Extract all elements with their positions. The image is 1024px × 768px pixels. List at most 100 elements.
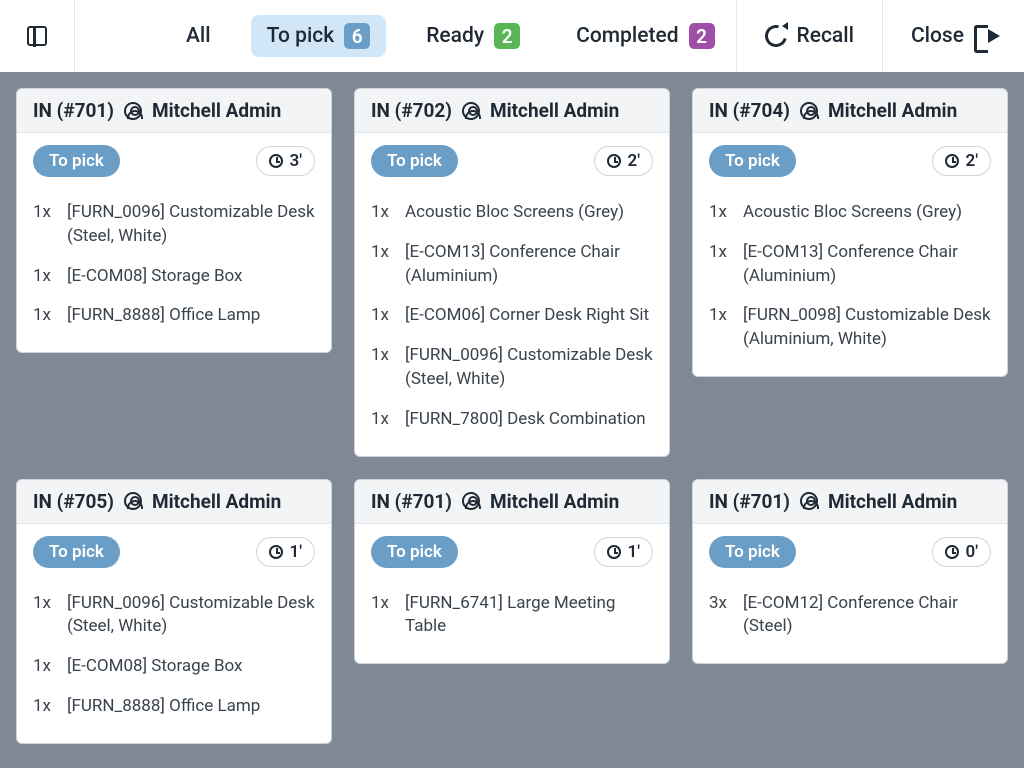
order-card[interactable]: IN (#701)Mitchell Admin To pick 1' 1x[FURN_… bbox=[354, 479, 670, 665]
line-qty: 1x bbox=[33, 592, 59, 640]
timer-value: 0' bbox=[965, 542, 978, 562]
line-qty: 1x bbox=[709, 304, 735, 352]
tab-count-badge: 2 bbox=[689, 23, 715, 49]
order-ref: IN (#701) bbox=[709, 490, 790, 513]
tab-to-pick[interactable]: To pick 6 bbox=[251, 15, 387, 57]
line-qty: 1x bbox=[371, 201, 397, 225]
card-status-row: To pick 2' bbox=[355, 133, 669, 189]
timer-value: 2' bbox=[627, 151, 640, 171]
recall-button[interactable]: Recall bbox=[736, 0, 882, 72]
line-qty: 3x bbox=[709, 592, 735, 640]
clock-icon bbox=[269, 154, 283, 168]
timer-badge: 1' bbox=[594, 537, 653, 567]
order-line: 1x[FURN_0096] Customizable Desk (Steel, … bbox=[371, 336, 653, 400]
clock-icon bbox=[269, 545, 283, 559]
order-card[interactable]: IN (#701)Mitchell AdminTo pick3'1x[FURN_… bbox=[16, 88, 332, 353]
line-text: [E-COM12] Conference Chair (Steel) bbox=[743, 592, 991, 640]
line-text: [FURN_8888] Office Lamp bbox=[67, 695, 260, 719]
order-line: 3x[E-COM12] Conference Chair (Steel) bbox=[709, 584, 991, 648]
timer-value: 1' bbox=[289, 542, 302, 562]
tab-completed[interactable]: Completed 2 bbox=[560, 15, 730, 57]
tab-label: Completed bbox=[576, 24, 678, 48]
order-line: 1x [FURN_8888] Office Lamp bbox=[33, 296, 315, 336]
line-text: [FURN_0096] Customizable Desk (Steel, Wh… bbox=[67, 592, 315, 640]
timer-badge: 1' bbox=[256, 537, 315, 567]
clock-icon bbox=[945, 545, 959, 559]
tab-count-badge: 2 bbox=[494, 23, 520, 49]
order-ref: IN (#701) bbox=[371, 490, 452, 513]
tab-ready[interactable]: Ready 2 bbox=[410, 15, 536, 57]
line-qty: 1x bbox=[709, 241, 735, 289]
line-qty: 1x bbox=[371, 304, 397, 328]
tab-count-badge: 6 bbox=[344, 23, 370, 49]
card-header: IN (#701)Mitchell Admin bbox=[355, 480, 669, 524]
toolbar: All To pick 6 Ready 2 Completed 2 Recall Close bbox=[0, 0, 1024, 72]
tab-label: Ready bbox=[426, 24, 484, 48]
order-card[interactable]: IN (#701)Mitchell AdminTo pick0'3x[E-COM… bbox=[692, 479, 1008, 665]
user-icon bbox=[124, 102, 142, 120]
user-name: Mitchell Admin bbox=[152, 99, 281, 122]
order-ref: IN (#704) bbox=[709, 99, 790, 122]
line-text: [E-COM13] Conference Chair (Aluminium) bbox=[743, 241, 991, 289]
order-card[interactable]: IN (#702)Mitchell Admin To pick 2' 1xAcoust… bbox=[354, 88, 670, 457]
order-line: 1x[E-COM13] Conference Chair (Aluminium) bbox=[371, 233, 653, 297]
filter-tabs: All To pick 6 Ready 2 Completed 2 bbox=[170, 15, 731, 57]
tab-all[interactable]: All bbox=[170, 16, 227, 56]
line-qty: 1x bbox=[371, 592, 397, 640]
order-line: 1x[FURN_6741] Large Meeting Table bbox=[371, 584, 653, 648]
card-status-row: To pick 1' bbox=[355, 524, 669, 580]
clock-icon bbox=[607, 545, 621, 559]
card-status-row: To pick 2' bbox=[693, 133, 1007, 189]
order-line: 1x[FURN_0096] Customizable Desk (Steel, … bbox=[33, 193, 315, 257]
order-line: 1x[E-COM08] Storage Box bbox=[33, 257, 315, 297]
timer-value: 2' bbox=[965, 151, 978, 171]
order-lines: 1xAcoustic Bloc Screens (Grey)1x[E-COM13… bbox=[355, 189, 669, 456]
line-text: [FURN_8888] Office Lamp bbox=[67, 304, 260, 328]
order-line: 1x[FURN_0096] Customizable Desk (Steel, … bbox=[33, 584, 315, 648]
clock-icon bbox=[945, 154, 959, 168]
panel-icon bbox=[27, 26, 47, 46]
line-text: [FURN_6741] Large Meeting Table bbox=[405, 592, 653, 640]
toolbar-right: Recall Close bbox=[736, 0, 1024, 72]
status-pill: To pick bbox=[709, 145, 796, 177]
line-qty: 1x bbox=[709, 201, 735, 225]
order-card[interactable]: IN (#705)Mitchell AdminTo pick1'1x[FURN_… bbox=[16, 479, 332, 744]
card-grid: IN (#701)Mitchell AdminTo pick3'1x[FURN_… bbox=[0, 72, 1024, 760]
line-text: [E-COM06] Corner Desk Right Sit bbox=[405, 304, 649, 328]
line-text: [FURN_0096] Customizable Desk (Steel, Wh… bbox=[67, 201, 315, 249]
status-pill: To pick bbox=[371, 145, 458, 177]
panel-toggle-button[interactable] bbox=[0, 0, 75, 72]
line-text: [FURN_0096] Customizable Desk (Steel, Wh… bbox=[405, 344, 653, 392]
order-card[interactable]: IN (#704)Mitchell AdminTo pick2'1xAcoust… bbox=[692, 88, 1008, 377]
user-icon bbox=[800, 102, 818, 120]
timer-badge: 3' bbox=[256, 146, 315, 176]
card-header: IN (#702)Mitchell Admin bbox=[355, 89, 669, 133]
order-lines: 1x[FURN_0096] Customizable Desk (Steel, … bbox=[17, 189, 331, 352]
status-pill: To pick bbox=[33, 536, 120, 568]
line-text: [E-COM08] Storage Box bbox=[67, 265, 243, 289]
user-icon bbox=[800, 492, 818, 510]
status-pill: To pick bbox=[709, 536, 796, 568]
tab-label: To pick bbox=[267, 24, 335, 48]
order-line: 1x [E-COM06] Corner Desk Right Sit bbox=[371, 296, 653, 336]
line-qty: 1x bbox=[33, 201, 59, 249]
line-qty: 1x bbox=[33, 695, 59, 719]
card-status-row: To pick 0' bbox=[693, 524, 1007, 580]
order-ref: IN (#701) bbox=[33, 99, 114, 122]
status-pill: To pick bbox=[371, 536, 458, 568]
order-lines: 1x[FURN_6741] Large Meeting Table bbox=[355, 580, 669, 664]
user-icon bbox=[462, 492, 480, 510]
user-name: Mitchell Admin bbox=[490, 99, 619, 122]
card-header: IN (#705)Mitchell Admin bbox=[17, 480, 331, 524]
card-header: IN (#704)Mitchell Admin bbox=[693, 89, 1007, 133]
timer-badge: 2' bbox=[594, 146, 653, 176]
order-line: 1xAcoustic Bloc Screens (Grey) bbox=[371, 193, 653, 233]
timer-badge: 0' bbox=[932, 537, 991, 567]
user-name: Mitchell Admin bbox=[152, 490, 281, 513]
line-qty: 1x bbox=[33, 304, 59, 328]
card-header: IN (#701) Mitchell Admin bbox=[17, 89, 331, 133]
order-line: 1x[FURN_0098] Customizable Desk (Alumini… bbox=[709, 296, 991, 360]
line-qty: 1x bbox=[371, 408, 397, 432]
close-button[interactable]: Close bbox=[882, 0, 1024, 72]
exit-icon bbox=[974, 25, 996, 47]
